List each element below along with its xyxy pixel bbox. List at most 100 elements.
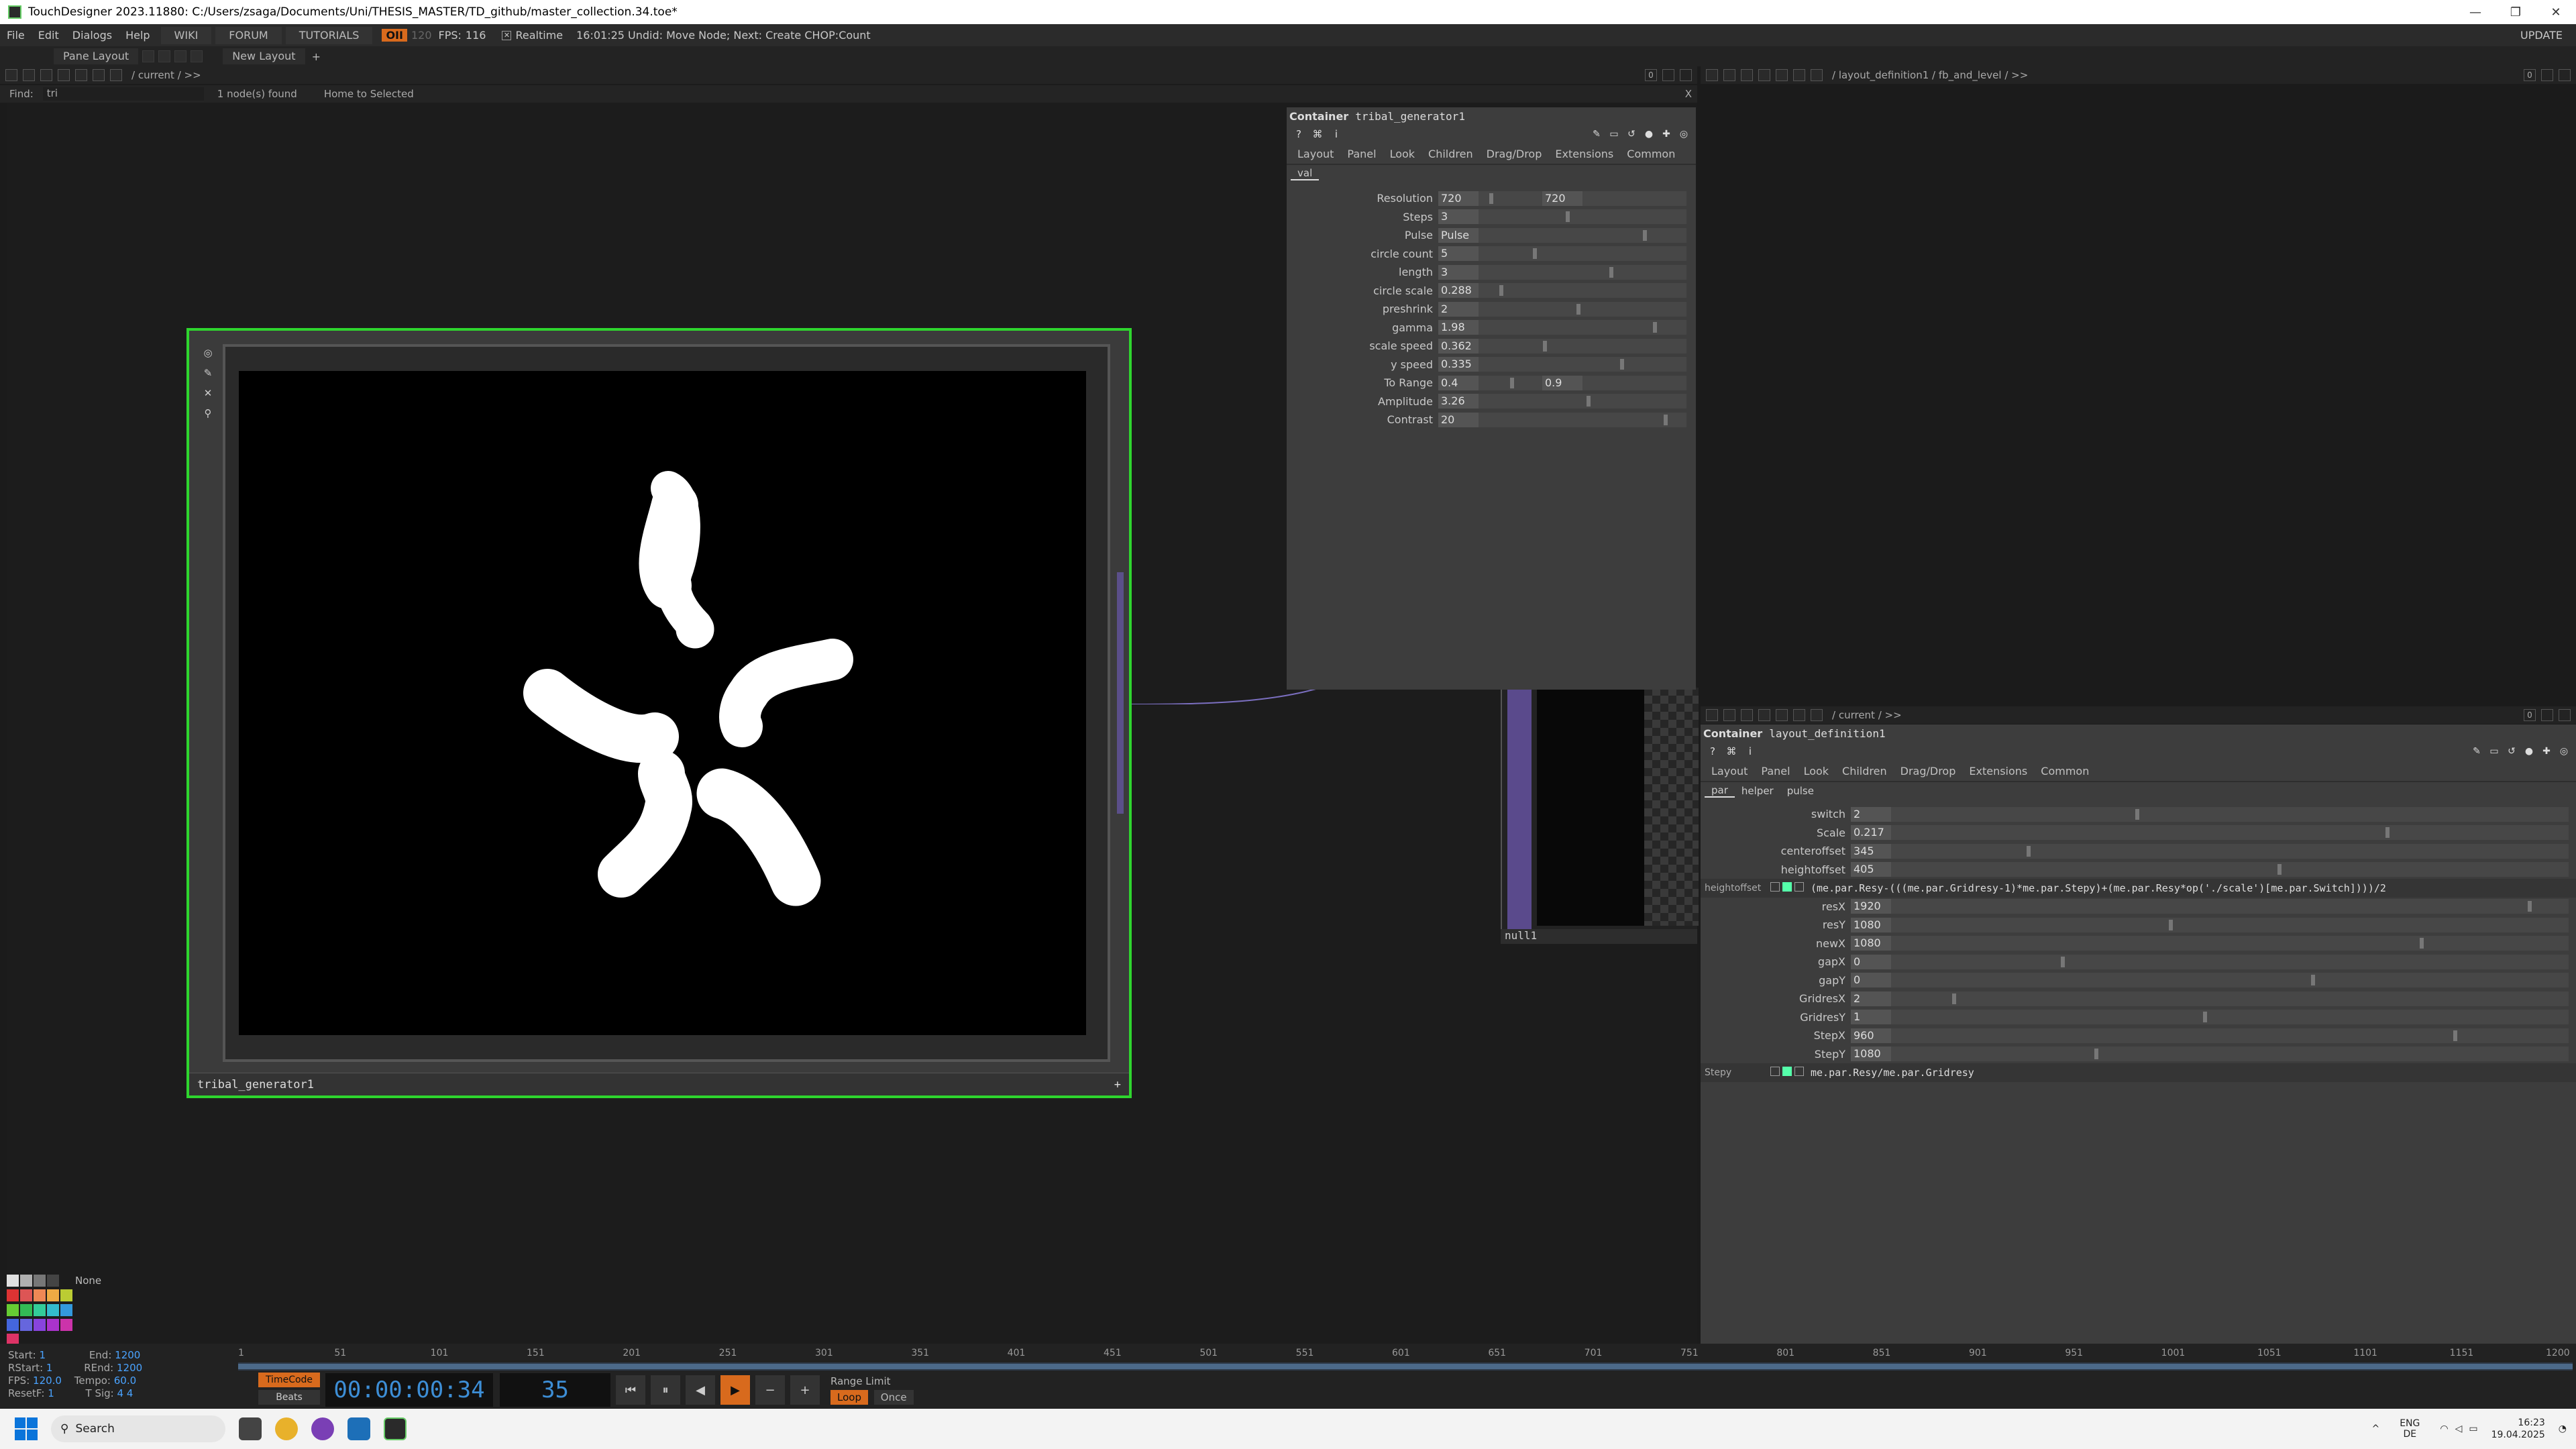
pane-menu-icon[interactable] <box>5 69 17 81</box>
expression-row-stepy[interactable]: Stepy me.par.Resy/me.par.Gridresy <box>1701 1063 2576 1082</box>
edit-icon[interactable]: ✎ <box>203 367 213 379</box>
param-value-field[interactable]: 0.4 <box>1438 375 1479 390</box>
reset-icon[interactable]: ↺ <box>1625 127 1638 141</box>
slider-handle[interactable] <box>1609 266 1614 278</box>
param-slider[interactable] <box>1479 338 1686 354</box>
slider-handle[interactable] <box>1543 340 1548 352</box>
pane-type-icon[interactable] <box>1723 709 1735 721</box>
param-slider[interactable] <box>1891 954 2569 969</box>
param-row[interactable]: switch 2 <box>1701 805 2576 824</box>
palette-swatch[interactable] <box>47 1319 59 1331</box>
node-name-label[interactable]: tribal_generator1 + <box>189 1073 1129 1095</box>
menu-help[interactable]: Help <box>119 29 156 42</box>
param-row[interactable]: resY 1080 <box>1701 916 2576 934</box>
param-row[interactable]: gapY 0 <box>1701 971 2576 990</box>
tab-dragdrop[interactable]: Drag/Drop <box>1480 148 1549 160</box>
param-slider[interactable] <box>1891 825 2569 841</box>
slider-handle[interactable] <box>2202 1012 2207 1023</box>
param-value-field[interactable]: 0.335 <box>1438 357 1479 372</box>
timecode-toggle[interactable]: TimeCode <box>258 1373 320 1387</box>
param-value-field[interactable]: 3 <box>1438 264 1479 280</box>
bookmark-icon[interactable] <box>1793 69 1805 81</box>
home-to-selected-button[interactable]: Home to Selected <box>324 88 414 100</box>
forward-icon[interactable] <box>1758 69 1770 81</box>
node-viewer[interactable] <box>239 371 1086 1035</box>
color-icon[interactable]: ● <box>1642 127 1656 141</box>
help-icon[interactable]: ? <box>1706 745 1719 758</box>
palette-swatch[interactable] <box>60 1289 72 1301</box>
info-icon[interactable]: i <box>1330 127 1343 141</box>
param-value-field[interactable]: 720 <box>1438 191 1479 206</box>
parent-icon[interactable] <box>1811 709 1823 721</box>
forward-icon[interactable] <box>58 69 70 81</box>
param-slider[interactable] <box>1891 936 2569 951</box>
add-param-icon[interactable]: ✚ <box>1660 127 1673 141</box>
pane-layout-button[interactable]: Pane Layout <box>54 48 139 64</box>
param-value-field[interactable]: 1920 <box>1851 899 1891 914</box>
timecode-display[interactable]: 00:00:00:34 <box>325 1373 493 1407</box>
bypass-icon[interactable]: ✕ <box>203 387 213 399</box>
param-slider[interactable] <box>1479 301 1686 317</box>
slider-handle[interactable] <box>2169 919 2174 930</box>
back-icon[interactable] <box>1741 69 1753 81</box>
app-icon-purple[interactable] <box>311 1417 334 1440</box>
pause-button[interactable]: ⏸ <box>651 1375 680 1405</box>
touchdesigner-icon[interactable] <box>384 1417 407 1440</box>
param-value-field[interactable]: 960 <box>1851 1028 1891 1043</box>
split-icon[interactable] <box>1662 69 1674 81</box>
param-slider[interactable] <box>1479 394 1686 409</box>
slider-handle[interactable] <box>1619 359 1624 370</box>
palette-swatch[interactable] <box>20 1275 32 1287</box>
chrome-icon[interactable] <box>275 1417 298 1440</box>
tab-common[interactable]: Common <box>2034 765 2096 777</box>
palette-swatch[interactable] <box>34 1304 46 1316</box>
step-minus-button[interactable]: − <box>755 1375 785 1405</box>
menu-dialogs[interactable]: Dialogs <box>66 29 119 42</box>
param-slider[interactable] <box>1891 973 2569 988</box>
notification-icon[interactable]: ◔ <box>2559 1424 2567 1434</box>
param-row[interactable]: StepX 960 <box>1701 1026 2576 1045</box>
palette-swatch[interactable] <box>34 1289 46 1301</box>
param-value-field[interactable]: 2 <box>1851 991 1891 1006</box>
param-slider[interactable] <box>1891 917 2569 932</box>
node-plus-button[interactable]: + <box>1114 1073 1121 1096</box>
windows-start-icon[interactable] <box>15 1417 38 1440</box>
pane-close-icon[interactable] <box>2559 69 2571 81</box>
palette-swatch[interactable] <box>47 1275 59 1287</box>
param-row[interactable]: preshrink 2 <box>1287 300 1696 319</box>
param-row[interactable]: GridresY 1 <box>1701 1008 2576 1027</box>
palette-swatch[interactable] <box>20 1304 32 1316</box>
slider-handle[interactable] <box>1642 229 1647 241</box>
tab-layout[interactable]: Layout <box>1291 148 1340 160</box>
param-value-field[interactable]: 20 <box>1438 412 1479 427</box>
tab-layout[interactable]: Layout <box>1705 765 1754 777</box>
slider-handle[interactable] <box>1576 303 1580 315</box>
settings-icon[interactable]: ◎ <box>1677 127 1690 141</box>
find-close-button[interactable]: X <box>1685 88 1692 100</box>
palette-swatch[interactable] <box>60 1319 72 1331</box>
timeline-ruler[interactable]: 1 51 101 151 201 251 301 351 401 451 501 551 601 651 7… <box>238 1345 2573 1364</box>
app-icon-blue[interactable] <box>347 1417 370 1440</box>
bookmark-icon[interactable] <box>1793 709 1805 721</box>
taskbar-search[interactable]: ⚲ Search <box>51 1415 225 1442</box>
param-value-field[interactable]: 3 <box>1438 209 1479 225</box>
color-palette[interactable]: None <box>7 1275 107 1346</box>
param-row[interactable]: GridresX 2 <box>1701 989 2576 1008</box>
tab-panel[interactable]: Panel <box>1340 148 1383 160</box>
close-button[interactable]: ✕ <box>2536 0 2576 24</box>
parent-icon[interactable] <box>110 69 122 81</box>
param-slider[interactable] <box>1891 806 2569 822</box>
timeline-track[interactable] <box>238 1362 2573 1371</box>
once-toggle[interactable]: Once <box>873 1390 914 1405</box>
palette-swatch[interactable] <box>7 1289 19 1301</box>
target-icon[interactable]: ◎ <box>203 347 213 359</box>
slider-handle[interactable] <box>1532 248 1537 260</box>
slider-handle[interactable] <box>2060 956 2065 967</box>
param-slider[interactable] <box>1891 899 2569 914</box>
slider-handle[interactable] <box>1951 993 1956 1004</box>
add-icon[interactable] <box>1776 709 1788 721</box>
update-button[interactable]: UPDATE <box>2520 29 2563 42</box>
tab-children[interactable]: Children <box>1835 765 1894 777</box>
pane-close-icon[interactable] <box>1680 69 1692 81</box>
slider-handle[interactable] <box>1663 414 1668 425</box>
